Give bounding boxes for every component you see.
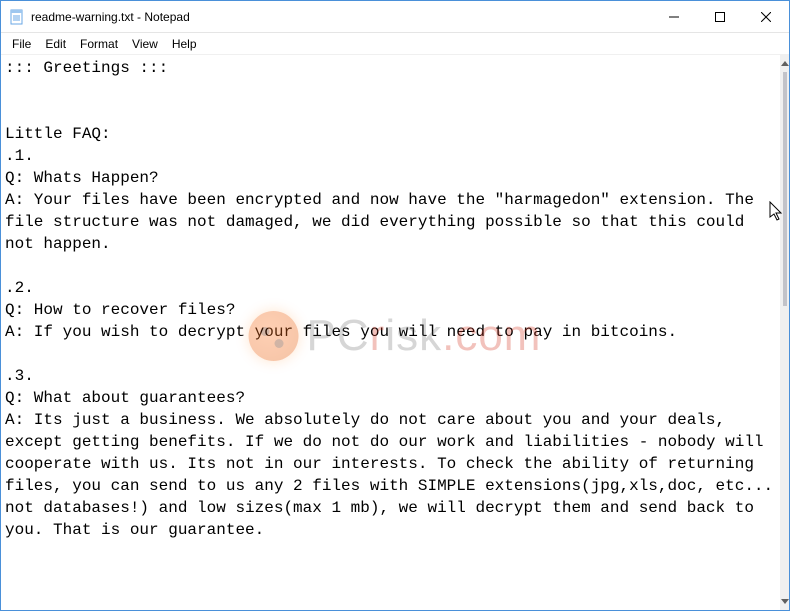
menu-view[interactable]: View <box>125 35 165 53</box>
scroll-thumb[interactable] <box>783 72 787 306</box>
menu-file[interactable]: File <box>5 35 38 53</box>
titlebar[interactable]: readme-warning.txt - Notepad <box>1 1 789 33</box>
minimize-button[interactable] <box>651 1 697 32</box>
notepad-window: readme-warning.txt - Notepad File Edit F… <box>0 0 790 611</box>
text-editor[interactable]: ::: Greetings ::: Little FAQ: .1. Q: Wha… <box>1 55 780 610</box>
scroll-down-arrow[interactable] <box>781 593 789 610</box>
vertical-scrollbar[interactable] <box>780 55 789 610</box>
menubar: File Edit Format View Help <box>1 33 789 55</box>
content-area: ::: Greetings ::: Little FAQ: .1. Q: Wha… <box>1 55 789 610</box>
window-title: readme-warning.txt - Notepad <box>31 10 190 24</box>
notepad-app-icon <box>9 9 25 25</box>
menu-format[interactable]: Format <box>73 35 125 53</box>
menu-edit[interactable]: Edit <box>38 35 73 53</box>
window-controls <box>651 1 789 32</box>
menu-help[interactable]: Help <box>165 35 204 53</box>
scroll-track[interactable] <box>781 72 789 593</box>
close-button[interactable] <box>743 1 789 32</box>
maximize-button[interactable] <box>697 1 743 32</box>
scroll-up-arrow[interactable] <box>781 55 789 72</box>
